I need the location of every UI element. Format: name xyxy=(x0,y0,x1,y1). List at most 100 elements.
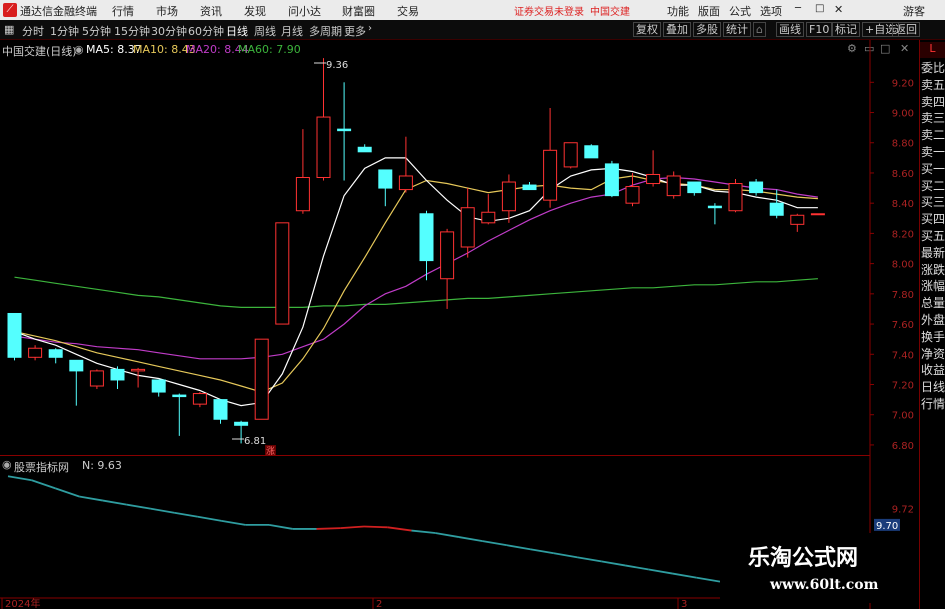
indicator-tick-label: 9.72 xyxy=(892,505,914,516)
overlay-button[interactable]: 叠加 xyxy=(663,22,691,37)
tab-more[interactable]: 更多 xyxy=(344,23,366,39)
tab-5min[interactable]: 5分钟 xyxy=(82,23,111,39)
sidebar-item-1[interactable]: 卖五 xyxy=(921,77,945,94)
statistics-button[interactable]: 统计 xyxy=(723,22,751,37)
candle-body-up xyxy=(440,231,455,280)
sidebar-item-20[interactable]: 行情 xyxy=(921,396,945,413)
menu-item-market[interactable]: 市场 xyxy=(156,3,178,19)
guest-user[interactable]: 游客 xyxy=(903,3,925,19)
y-tick-label: 8.20 xyxy=(892,229,914,240)
y-tick-label: 9.00 xyxy=(892,109,914,120)
indicator-value: N: 9.63 xyxy=(82,459,122,472)
menu-item-wealth[interactable]: 财富圈 xyxy=(342,3,375,19)
sidebar-item-14[interactable]: 总量 xyxy=(921,295,945,312)
app-logo-icon: ⟋ xyxy=(3,3,17,17)
indicator-current-value: 9.70 xyxy=(876,521,898,532)
mark-button[interactable]: 标记 xyxy=(832,22,860,37)
app-title: 通达信金融终端 xyxy=(20,5,97,18)
multi-stock-button[interactable]: 多股 xyxy=(693,22,721,37)
sidebar-item-13[interactable]: 涨幅 xyxy=(921,278,945,295)
candle-body-down xyxy=(749,181,764,194)
sidebar-item-8[interactable]: 买三 xyxy=(921,194,945,211)
tab-intraday[interactable]: 分时 xyxy=(22,23,44,39)
tab-30min[interactable]: 30分钟 xyxy=(151,23,187,39)
tab-1min[interactable]: 1分钟 xyxy=(50,23,79,39)
draw-line-button[interactable]: 画线 xyxy=(776,22,804,37)
menu-item-quotes[interactable]: 行情 xyxy=(112,3,134,19)
indicator-line-segment xyxy=(340,525,365,530)
indicator-line-segment xyxy=(102,499,127,506)
sidebar-item-3[interactable]: 卖三 xyxy=(921,110,945,127)
candle-body-down xyxy=(687,181,702,194)
menu-item-assistant[interactable]: 问小达 xyxy=(288,3,321,19)
candle-body-up xyxy=(543,149,558,201)
f10-button[interactable]: F10 xyxy=(806,22,833,37)
adjust-button[interactable]: 复权 xyxy=(633,22,661,37)
sidebar-item-18[interactable]: 收益 xyxy=(921,362,945,379)
ma10-line xyxy=(14,175,818,393)
sidebar-item-6[interactable]: 买一 xyxy=(921,161,945,178)
sidebar-item-9[interactable]: 买四 xyxy=(921,211,945,228)
candle-body-up xyxy=(501,181,516,212)
indicator-line-segment xyxy=(506,544,531,551)
menu-item-discover[interactable]: 发现 xyxy=(244,3,266,19)
sidebar-item-11[interactable]: 最新 xyxy=(921,245,945,262)
candle-body-down xyxy=(378,169,393,189)
candle-body-down xyxy=(110,368,125,381)
indicator-line-segment xyxy=(648,568,673,575)
tab-60min[interactable]: 60分钟 xyxy=(188,23,224,39)
indicator-line-segment xyxy=(363,525,388,529)
maximize-icon[interactable]: □ xyxy=(815,3,824,14)
candle-body-up xyxy=(28,347,43,358)
candle-body-up xyxy=(790,214,805,225)
sidebar-item-5[interactable]: 卖一 xyxy=(921,144,945,161)
tab-weekly[interactable]: 周线 xyxy=(254,23,276,39)
indicator-line-segment xyxy=(316,527,341,530)
menu-item-formula[interactable]: 公式 xyxy=(729,3,751,19)
candle-body-up xyxy=(192,393,207,405)
sidebar-badge[interactable]: L xyxy=(920,42,945,58)
tab-15min[interactable]: 15分钟 xyxy=(114,23,150,39)
candle-body-down xyxy=(357,146,372,153)
lock-icon[interactable]: ⌂ xyxy=(753,22,766,37)
tab-daily[interactable]: 日线 xyxy=(226,23,248,39)
candle-body-down xyxy=(337,128,352,132)
y-tick-label: 7.00 xyxy=(892,411,914,422)
indicator-line-segment xyxy=(482,540,507,547)
sidebar-item-4[interactable]: 卖二 xyxy=(921,127,945,144)
candle-body-down xyxy=(213,399,228,420)
menu-item-news[interactable]: 资讯 xyxy=(200,3,222,19)
sidebar-item-17[interactable]: 净资 xyxy=(921,346,945,363)
close-icon[interactable]: ✕ xyxy=(834,3,843,16)
back-button[interactable]: 返回 xyxy=(892,22,920,37)
indicator-collapse-icon[interactable]: ◉ xyxy=(2,458,12,471)
sidebar-item-19[interactable]: 日线 xyxy=(921,379,945,396)
sidebar-item-0[interactable]: 委比 xyxy=(921,60,945,77)
ma20-line xyxy=(14,176,818,360)
sidebar-item-12[interactable]: 涨跌 xyxy=(921,262,945,279)
indicator-line-segment xyxy=(577,556,602,563)
candle-body-up xyxy=(89,370,104,387)
candle-body-down xyxy=(707,205,722,209)
menu-item-function[interactable]: 功能 xyxy=(667,3,689,19)
tab-monthly[interactable]: 月线 xyxy=(281,23,303,39)
sidebar-item-15[interactable]: 外盘 xyxy=(921,312,945,329)
indicator-line-segment xyxy=(672,572,697,579)
grid-icon[interactable]: ▦ xyxy=(4,23,14,36)
sidebar-item-7[interactable]: 买二 xyxy=(921,178,945,195)
date-tick-label: 2024年 xyxy=(5,597,40,609)
login-status[interactable]: 证券交易未登录 xyxy=(514,3,584,18)
candlestick-chart[interactable]: 9.20 9.00 8.80 8.60 8.40 8.20 8.00 7.80 7.60 7.40… xyxy=(0,40,919,609)
menu-item-options[interactable]: 选项 xyxy=(760,3,782,19)
tab-multi-period[interactable]: 多周期 xyxy=(309,23,342,39)
indicator-line-segment xyxy=(150,507,175,514)
candle-body-down xyxy=(172,394,187,398)
minimize-icon[interactable]: ─ xyxy=(795,3,801,14)
menu-item-trade[interactable]: 交易 xyxy=(397,3,419,19)
sidebar-item-10[interactable]: 买五 xyxy=(921,228,945,245)
sidebar-item-2[interactable]: 卖四 xyxy=(921,94,945,111)
sidebar-item-16[interactable]: 换手 xyxy=(921,329,945,346)
candle-body-up xyxy=(563,142,578,168)
menu-item-layout[interactable]: 版面 xyxy=(698,3,720,19)
chevron-right-icon[interactable]: › xyxy=(368,23,372,34)
